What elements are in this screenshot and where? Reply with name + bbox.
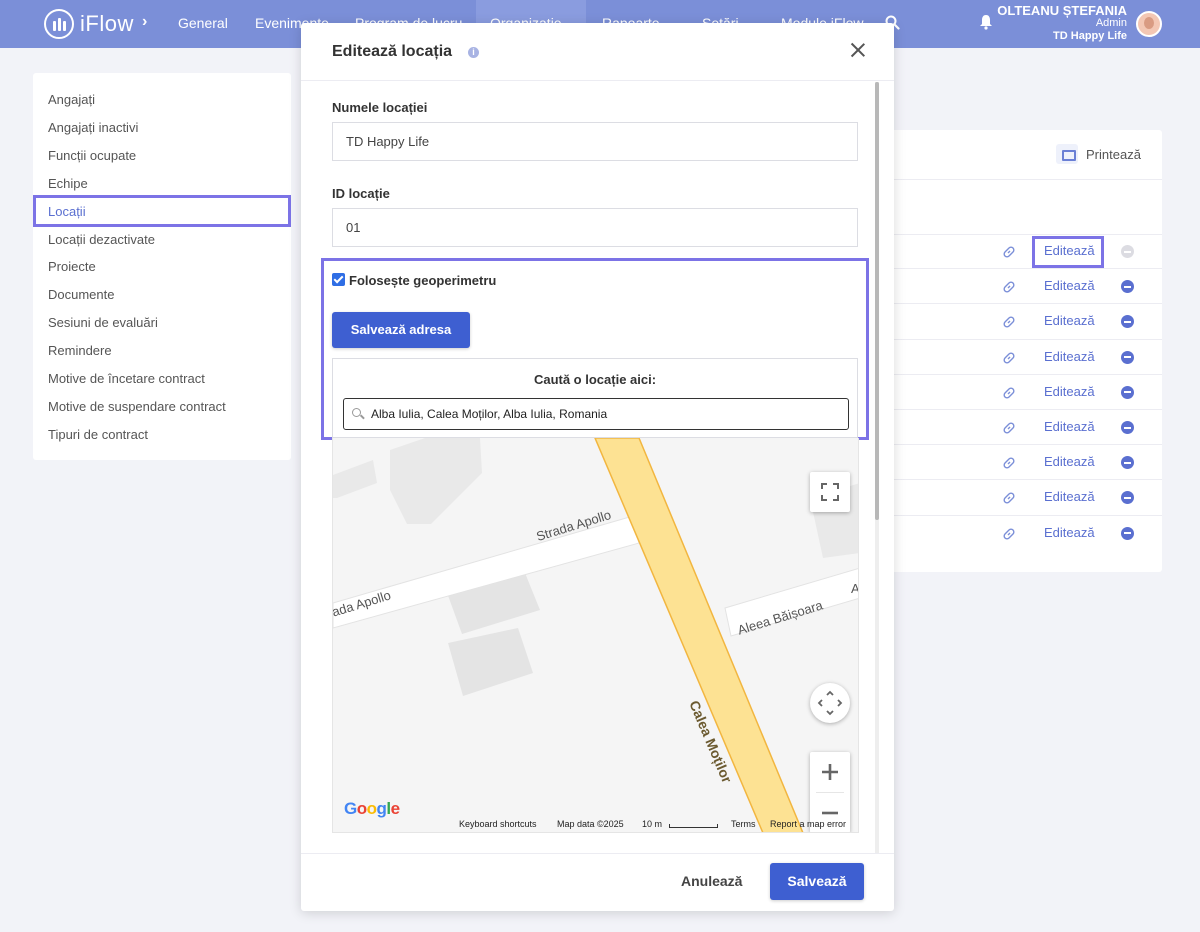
deactivate-icon[interactable] bbox=[1121, 350, 1134, 364]
save-address-button[interactable]: Salvează adresa bbox=[332, 312, 470, 348]
edit-link[interactable]: Editează bbox=[1044, 525, 1095, 540]
user-name[interactable]: OLTEANU ȘTEFANIA bbox=[997, 3, 1127, 18]
google-map[interactable]: Strada Apollo ada Apollo Aleea Băișoara … bbox=[332, 438, 859, 833]
sidebar-item-sesiuni-de-evaluari[interactable]: Sesiuni de evaluări bbox=[48, 315, 158, 330]
link-icon[interactable] bbox=[1002, 351, 1016, 365]
zoom-in-button[interactable] bbox=[810, 752, 850, 792]
sidebar-item-remindere[interactable]: Remindere bbox=[48, 343, 112, 358]
fullscreen-button[interactable] bbox=[810, 472, 850, 512]
edit-link[interactable]: Editează bbox=[1044, 489, 1095, 504]
fullscreen-icon bbox=[821, 483, 839, 501]
sidebar-item-motive-incetare[interactable]: Motive de încetare contract bbox=[48, 371, 205, 386]
link-icon[interactable] bbox=[1002, 386, 1016, 400]
keyboard-shortcuts-link[interactable]: Keyboard shortcuts bbox=[459, 819, 537, 829]
edit-link[interactable]: Editează bbox=[1044, 419, 1095, 434]
geofence-checkbox[interactable] bbox=[332, 273, 345, 286]
locatii-highlight-frame bbox=[33, 195, 291, 227]
link-icon[interactable] bbox=[1002, 491, 1016, 505]
sidebar-item-angajati-inactivi[interactable]: Angajați inactivi bbox=[48, 120, 138, 135]
locations-table-panel: Printează Editează Editează Editează Editea… bbox=[880, 130, 1162, 572]
map-footer: Keyboard shortcuts Map data ©2025 10 m T… bbox=[333, 815, 858, 832]
edit-highlight-frame bbox=[1032, 236, 1104, 268]
location-name-label: Numele locației bbox=[332, 100, 428, 115]
bell-icon[interactable] bbox=[979, 14, 993, 30]
link-icon[interactable] bbox=[1002, 421, 1016, 435]
organization-sidebar: Angajați Angajați inactivi Funcții ocupa… bbox=[33, 73, 291, 460]
map-canvas[interactable] bbox=[333, 438, 859, 833]
edit-link[interactable]: Editează bbox=[1044, 313, 1095, 328]
avatar[interactable] bbox=[1136, 11, 1162, 37]
edit-link[interactable]: Editează bbox=[1044, 454, 1095, 469]
sidebar-item-proiecte[interactable]: Proiecte bbox=[48, 259, 96, 274]
deactivate-icon[interactable] bbox=[1121, 456, 1134, 470]
sidebar-item-locatii-dezactivate[interactable]: Locații dezactivate bbox=[48, 232, 155, 247]
iflow-logo[interactable]: iFlow bbox=[44, 9, 134, 39]
location-search-box: Caută o locație aici: Alba Iulia, Calea … bbox=[332, 358, 858, 438]
nav-general[interactable]: General bbox=[178, 15, 228, 31]
link-icon[interactable] bbox=[1002, 456, 1016, 470]
report-map-error-link[interactable]: Report a map error bbox=[770, 819, 846, 829]
deactivate-icon[interactable] bbox=[1121, 245, 1134, 258]
breadcrumb-arrow-icon: › bbox=[142, 13, 148, 30]
edit-link[interactable]: Editează bbox=[1044, 349, 1095, 364]
sidebar-item-functii-ocupate[interactable]: Funcții ocupate bbox=[48, 148, 136, 163]
location-id-label: ID locație bbox=[332, 186, 390, 201]
search-icon bbox=[352, 408, 361, 417]
iflow-logo-icon bbox=[44, 9, 74, 39]
geofence-label[interactable]: Folosește geoperimetru bbox=[349, 273, 496, 288]
location-search-title: Caută o locație aici: bbox=[533, 372, 657, 387]
map-scale-text[interactable]: 10 m bbox=[642, 819, 662, 829]
link-icon[interactable] bbox=[1002, 315, 1016, 329]
print-label: Printează bbox=[1086, 146, 1141, 162]
info-icon[interactable]: i bbox=[468, 47, 479, 58]
cancel-button[interactable]: Anulează bbox=[681, 873, 742, 889]
sidebar-item-angajati[interactable]: Angajați bbox=[48, 92, 95, 107]
map-scale-bar bbox=[669, 824, 718, 828]
save-button[interactable]: Salvează bbox=[770, 863, 864, 900]
deactivate-icon[interactable] bbox=[1121, 280, 1134, 294]
edit-link[interactable]: Editează bbox=[1044, 384, 1095, 399]
link-icon[interactable] bbox=[1002, 527, 1016, 541]
close-icon[interactable] bbox=[848, 40, 868, 60]
location-name-input[interactable]: TD Happy Life bbox=[332, 122, 858, 161]
pan-arrows-icon bbox=[817, 690, 843, 716]
logo-text: iFlow bbox=[80, 11, 134, 36]
user-company: TD Happy Life bbox=[1053, 30, 1127, 42]
edit-link[interactable]: Editează bbox=[1044, 278, 1095, 293]
sidebar-item-tipuri-contract[interactable]: Tipuri de contract bbox=[48, 427, 148, 442]
terms-link[interactable]: Terms bbox=[731, 819, 756, 829]
modal-header: Editează locația i bbox=[301, 23, 894, 81]
sidebar-item-documente[interactable]: Documente bbox=[48, 287, 114, 302]
plus-icon bbox=[822, 764, 838, 780]
printer-icon bbox=[1056, 144, 1078, 164]
deactivate-icon[interactable] bbox=[1121, 315, 1134, 329]
location-search-value: Alba Iulia, Calea Moților, Alba Iulia, R… bbox=[371, 407, 608, 421]
location-search-input[interactable]: Alba Iulia, Calea Moților, Alba Iulia, R… bbox=[343, 398, 849, 430]
sidebar-item-motive-suspendare[interactable]: Motive de suspendare contract bbox=[48, 399, 226, 414]
modal-scrollbar-thumb[interactable] bbox=[875, 82, 879, 520]
deactivate-icon[interactable] bbox=[1121, 491, 1134, 505]
deactivate-icon[interactable] bbox=[1121, 421, 1134, 434]
street-label-edge: A bbox=[851, 581, 859, 596]
link-icon[interactable] bbox=[1002, 280, 1016, 294]
deactivate-icon[interactable] bbox=[1121, 526, 1134, 540]
location-id-input[interactable]: 01 bbox=[332, 208, 858, 247]
print-button[interactable]: Printează bbox=[1056, 144, 1141, 164]
map-data-text: Map data ©2025 bbox=[557, 819, 624, 829]
pan-control[interactable] bbox=[810, 683, 850, 723]
deactivate-icon[interactable] bbox=[1121, 385, 1134, 399]
modal-title: Editează locația bbox=[332, 43, 453, 60]
sidebar-item-echipe[interactable]: Echipe bbox=[48, 176, 88, 191]
user-role: Admin bbox=[1095, 17, 1127, 29]
link-icon[interactable] bbox=[1002, 245, 1016, 259]
edit-location-modal: Editează locația i Numele locației TD Ha… bbox=[301, 23, 894, 911]
